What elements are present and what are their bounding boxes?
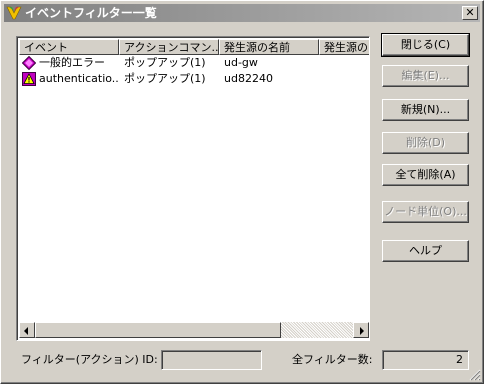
warning-triangle-icon [22, 72, 36, 86]
row-event: 一般的エラー [39, 56, 105, 69]
filter-id-field[interactable] [161, 350, 262, 370]
delete-button[interactable]: 削除(D) [382, 132, 469, 154]
column-header-event[interactable]: イベント [19, 39, 119, 55]
delete-all-button[interactable]: 全て削除(A) [382, 164, 469, 186]
close-window-button[interactable]: ✕ [462, 6, 478, 20]
error-diamond-icon [22, 56, 36, 70]
close-icon: ✕ [465, 6, 475, 19]
total-filters-value: 2 [382, 350, 469, 370]
arrow-right-icon [360, 327, 364, 335]
list-item[interactable]: authenticatio... ポップアップ(1) ud82240 [19, 71, 369, 87]
column-header-source-extra[interactable]: 発生源の [319, 39, 369, 55]
row-action: ポップアップ(1) [124, 56, 206, 69]
row-event: authenticatio... [39, 72, 119, 85]
filter-id-label: フィルター(アクション) ID: [21, 353, 158, 366]
list-header: イベント アクションコマン... 発生源の名前 発生源の [19, 39, 369, 55]
scroll-right-button[interactable] [353, 322, 369, 338]
row-source: ud82240 [224, 72, 273, 85]
column-header-source-name[interactable]: 発生源の名前 [219, 39, 319, 55]
row-action: ポップアップ(1) [124, 72, 206, 85]
resize-grip-icon[interactable] [469, 369, 481, 381]
scrollbar-thumb[interactable] [35, 322, 281, 338]
edit-button[interactable]: 編集(E)... [382, 65, 469, 87]
scroll-left-button[interactable] [19, 322, 35, 338]
window-title: イベントフィルター一覧 [25, 6, 157, 20]
app-logo-icon [6, 6, 22, 20]
total-filters-label: 全フィルター数: [292, 353, 373, 366]
event-filter-list-dialog: イベントフィルター一覧 ✕ イベント アクションコマン... 発生源の名前 発生… [0, 0, 484, 384]
arrow-left-icon [24, 327, 28, 335]
list-item[interactable]: 一般的エラー ポップアップ(1) ud-gw [19, 55, 369, 71]
horizontal-scrollbar[interactable] [19, 322, 369, 338]
node-unit-button[interactable]: ノード単位(O)... [382, 201, 469, 223]
close-button[interactable]: 閉じる(C) [381, 33, 470, 57]
help-button[interactable]: ヘルプ [382, 240, 469, 262]
row-source: ud-gw [224, 56, 258, 69]
new-button[interactable]: 新規(N)... [382, 99, 469, 121]
event-filter-listview[interactable]: イベント アクションコマン... 発生源の名前 発生源の 一般的エラー ポップア… [16, 36, 370, 341]
title-bar[interactable]: イベントフィルター一覧 ✕ [4, 4, 480, 22]
column-header-action-command[interactable]: アクションコマン... [119, 39, 219, 55]
